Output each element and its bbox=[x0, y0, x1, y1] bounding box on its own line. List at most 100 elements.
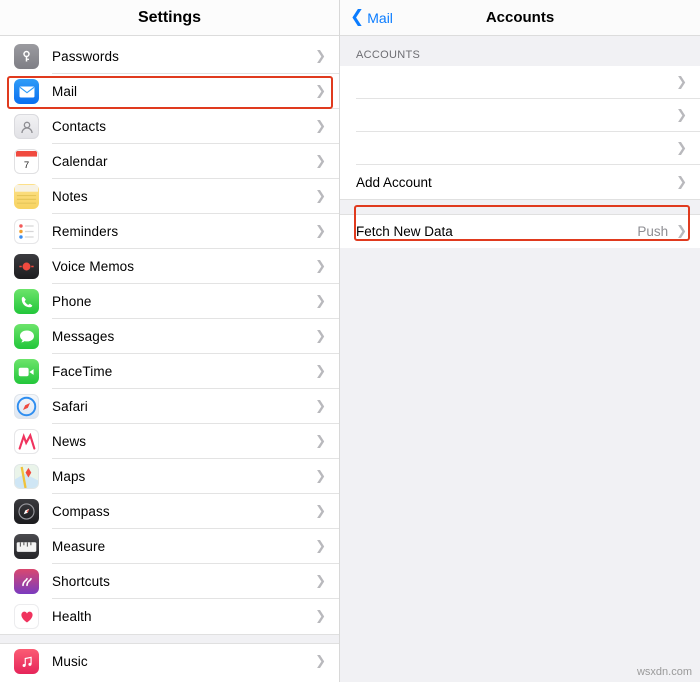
chevron-right-icon: ❯ bbox=[676, 75, 687, 90]
chevron-right-icon: ❯ bbox=[676, 224, 687, 239]
notes-icon bbox=[14, 184, 39, 209]
chevron-right-icon: ❯ bbox=[676, 141, 687, 156]
key-icon bbox=[14, 44, 39, 69]
sidebar-item-label: Messages bbox=[52, 329, 115, 344]
sidebar-item-news[interactable]: News ❯ bbox=[0, 424, 339, 459]
reminders-icon bbox=[14, 219, 39, 244]
sidebar-item-label: Shortcuts bbox=[52, 574, 110, 589]
mail-icon bbox=[14, 79, 39, 104]
contacts-icon bbox=[14, 114, 39, 139]
shortcuts-icon bbox=[14, 569, 39, 594]
phone-icon bbox=[14, 289, 39, 314]
sidebar-item-label: FaceTime bbox=[52, 364, 113, 379]
sidebar-item-label: Phone bbox=[52, 294, 92, 309]
sidebar-item-compass[interactable]: Compass ❯ bbox=[0, 494, 339, 529]
chevron-right-icon: ❯ bbox=[315, 364, 326, 379]
sidebar-item-calendar[interactable]: 7 Calendar ❯ bbox=[0, 144, 339, 179]
settings-pane: Settings Passwords ❯ Mail ❯ Contacts ❯ 7… bbox=[0, 0, 340, 682]
maps-icon bbox=[14, 464, 39, 489]
compass-icon bbox=[14, 499, 39, 524]
sidebar-item-contacts[interactable]: Contacts ❯ bbox=[0, 109, 339, 144]
chevron-right-icon: ❯ bbox=[315, 399, 326, 414]
chevron-right-icon: ❯ bbox=[315, 469, 326, 484]
chevron-right-icon: ❯ bbox=[315, 539, 326, 554]
add-account-label: Add Account bbox=[356, 174, 432, 190]
chevron-right-icon: ❯ bbox=[315, 49, 326, 64]
sidebar-item-maps[interactable]: Maps ❯ bbox=[0, 459, 339, 494]
chevron-right-icon: ❯ bbox=[315, 574, 326, 589]
sidebar-item-label: Maps bbox=[52, 469, 86, 484]
account-row[interactable]: ❯ bbox=[340, 132, 700, 165]
page-title: Settings bbox=[137, 8, 202, 26]
sidebar-item-label: Notes bbox=[52, 189, 88, 204]
list-section-gap bbox=[0, 634, 339, 644]
chevron-right-icon: ❯ bbox=[315, 259, 326, 274]
chevron-right-icon: ❯ bbox=[315, 504, 326, 519]
news-icon bbox=[14, 429, 39, 454]
accounts-section-gap bbox=[340, 199, 700, 215]
fetch-new-data-value: Push bbox=[637, 224, 669, 239]
sidebar-item-facetime[interactable]: FaceTime ❯ bbox=[0, 354, 339, 389]
fetch-new-data-label: Fetch New Data bbox=[356, 224, 453, 239]
accounts-section-header: ACCOUNTS bbox=[340, 36, 700, 66]
sidebar-item-voice-memos[interactable]: Voice Memos ❯ bbox=[0, 249, 339, 284]
sidebar-item-mail[interactable]: Mail ❯ bbox=[0, 74, 339, 109]
health-icon bbox=[14, 604, 39, 629]
measure-icon bbox=[14, 534, 39, 559]
sidebar-item-label: Calendar bbox=[52, 154, 108, 169]
sidebar-item-label: Measure bbox=[52, 539, 106, 554]
accounts-pane: ❮ Mail Accounts ACCOUNTS ❯ ❯ ❯ Add Accou… bbox=[340, 0, 700, 682]
fetch-new-data-row[interactable]: Fetch New Data Push ❯ bbox=[340, 215, 700, 248]
facetime-icon bbox=[14, 359, 39, 384]
svg-text:7: 7 bbox=[24, 160, 29, 171]
sidebar-item-label: Contacts bbox=[52, 119, 107, 134]
sidebar-item-music[interactable]: Music ❯ bbox=[0, 644, 339, 679]
sidebar-item-label: Passwords bbox=[52, 49, 119, 64]
watermark: wsxdn.com bbox=[636, 666, 692, 678]
chevron-right-icon: ❯ bbox=[315, 329, 326, 344]
sidebar-item-label: Compass bbox=[52, 504, 110, 519]
sidebar-item-label: Mail bbox=[52, 84, 78, 99]
accounts-nav-bar: ❮ Mail Accounts bbox=[340, 0, 700, 36]
page-title: Accounts bbox=[485, 9, 555, 26]
sidebar-item-reminders[interactable]: Reminders ❯ bbox=[0, 214, 339, 249]
chevron-right-icon: ❯ bbox=[676, 108, 687, 123]
sidebar-item-label: Voice Memos bbox=[52, 259, 135, 274]
sidebar-item-safari[interactable]: Safari ❯ bbox=[0, 389, 339, 424]
chevron-right-icon: ❯ bbox=[315, 84, 326, 99]
account-row[interactable]: ❯ bbox=[340, 66, 700, 99]
sidebar-item-phone[interactable]: Phone ❯ bbox=[0, 284, 339, 319]
sidebar-item-notes[interactable]: Notes ❯ bbox=[0, 179, 339, 214]
accounts-list: ❯ ❯ ❯ Add Account ❯ bbox=[340, 66, 700, 199]
account-row[interactable]: ❯ bbox=[340, 99, 700, 132]
sidebar-item-label: News bbox=[52, 434, 87, 449]
sidebar-item-label: Safari bbox=[52, 399, 88, 414]
sidebar-item-label: Reminders bbox=[52, 224, 119, 239]
sidebar-item-messages[interactable]: Messages ❯ bbox=[0, 319, 339, 354]
chevron-right-icon: ❯ bbox=[315, 609, 326, 624]
empty-area bbox=[340, 248, 700, 682]
chevron-right-icon: ❯ bbox=[315, 654, 326, 669]
safari-icon bbox=[14, 394, 39, 419]
add-account-row[interactable]: Add Account ❯ bbox=[340, 165, 700, 199]
calendar-icon: 7 bbox=[14, 149, 39, 174]
chevron-right-icon: ❯ bbox=[315, 224, 326, 239]
sidebar-item-passwords[interactable]: Passwords ❯ bbox=[0, 39, 339, 74]
chevron-right-icon: ❯ bbox=[676, 174, 687, 190]
sidebar-item-label: Music bbox=[52, 654, 88, 669]
sidebar-item-measure[interactable]: Measure ❯ bbox=[0, 529, 339, 564]
music-icon bbox=[14, 649, 39, 674]
chevron-right-icon: ❯ bbox=[315, 189, 326, 204]
chevron-right-icon: ❯ bbox=[315, 294, 326, 309]
messages-icon bbox=[14, 324, 39, 349]
sidebar-item-shortcuts[interactable]: Shortcuts ❯ bbox=[0, 564, 339, 599]
chevron-right-icon: ❯ bbox=[315, 154, 326, 169]
chevron-right-icon: ❯ bbox=[315, 119, 326, 134]
voice-memos-icon bbox=[14, 254, 39, 279]
sidebar-item-health[interactable]: Health ❯ bbox=[0, 599, 339, 634]
settings-list-second: Music ❯ bbox=[0, 644, 339, 679]
settings-split-screen: Settings Passwords ❯ Mail ❯ Contacts ❯ 7… bbox=[0, 0, 700, 682]
sidebar-item-label: Health bbox=[52, 609, 92, 624]
settings-list: Passwords ❯ Mail ❯ Contacts ❯ 7 Calendar… bbox=[0, 39, 339, 634]
settings-nav-bar: Settings bbox=[0, 0, 339, 36]
